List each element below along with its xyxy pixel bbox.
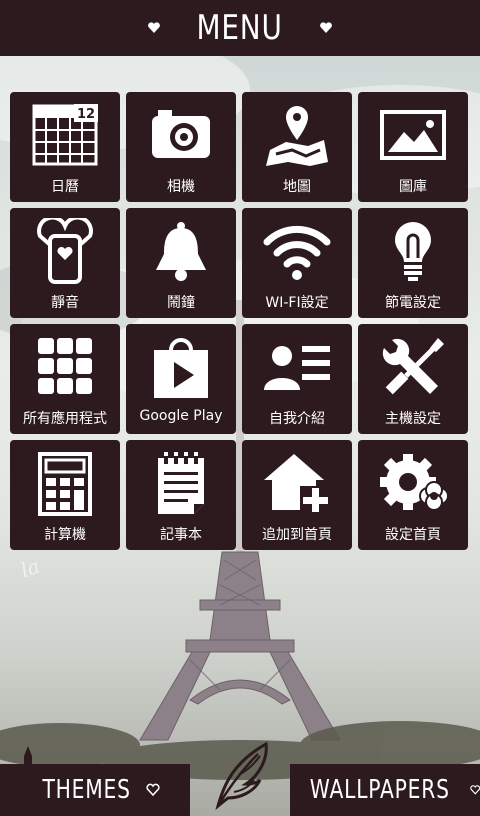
home-settings-button[interactable]: 設定首頁: [358, 440, 468, 550]
google-play-button[interactable]: Google Play: [126, 324, 236, 434]
gallery-icon: [380, 110, 446, 160]
wifi-icon: [263, 225, 331, 280]
tile-label: 地圖: [283, 179, 311, 195]
tile-label: 日曆: [51, 179, 79, 195]
tile-label: WI-FI設定: [265, 295, 329, 311]
map-button[interactable]: 地圖: [242, 92, 352, 202]
silent-phone-icon: [37, 218, 93, 284]
add-home-icon: [264, 454, 330, 514]
tile-label: 追加到首頁: [262, 527, 332, 543]
calendar-badge: 12: [77, 107, 95, 122]
feather-logo-icon: [215, 741, 268, 810]
camera-icon: [152, 110, 210, 158]
silent-mode-button[interactable]: 靜音: [10, 208, 120, 318]
all-apps-button[interactable]: 所有應用程式: [10, 324, 120, 434]
themes-label: THEMES: [42, 775, 132, 805]
tile-label: 所有應用程式: [23, 411, 107, 427]
tile-label: 自我介紹: [269, 411, 325, 427]
tile-label: 鬧鐘: [167, 295, 195, 311]
camera-button[interactable]: 相機: [126, 92, 236, 202]
calendar-icon: 12: [32, 104, 98, 166]
calendar-button[interactable]: 12 日曆: [10, 92, 120, 202]
bulb-icon: [395, 222, 431, 281]
themes-button[interactable]: THEMES: [0, 764, 190, 816]
wallpapers-label: WALLPAPERS: [309, 775, 450, 805]
tile-label: 靜音: [51, 295, 79, 311]
heart-icon: [319, 22, 332, 33]
calculator-button[interactable]: 計算機: [10, 440, 120, 550]
profile-button[interactable]: 自我介紹: [242, 324, 352, 434]
heart-icon: [148, 22, 161, 33]
tile-label: 圖庫: [399, 179, 427, 195]
app-grid: 12 日曆 相機 地圖 圖庫 靜音 鬧鐘 WI-FI設定 節電設定 所有應用程式…: [10, 92, 470, 552]
heart-icon: [145, 783, 160, 797]
gallery-button[interactable]: 圖庫: [358, 92, 468, 202]
heart-icon: [469, 785, 480, 795]
svg-text:la: la: [18, 554, 43, 582]
tile-label: Google Play: [139, 408, 223, 424]
profile-icon: [264, 346, 330, 390]
notepad-button[interactable]: 記事本: [126, 440, 236, 550]
tile-label: 相機: [167, 179, 195, 195]
home-settings-icon: [380, 454, 448, 511]
notepad-icon: [158, 452, 204, 514]
menu-header: MENU: [0, 0, 480, 56]
system-settings-button[interactable]: 主機設定: [358, 324, 468, 434]
tile-label: 主機設定: [385, 411, 441, 427]
page-title: MENU: [196, 8, 284, 48]
map-icon: [266, 106, 328, 166]
play-store-icon: [154, 338, 208, 398]
calculator-icon: [38, 452, 92, 516]
power-saving-button[interactable]: 節電設定: [358, 208, 468, 318]
wallpapers-button[interactable]: WALLPAPERS: [290, 764, 480, 816]
bell-icon: [156, 222, 206, 281]
tile-label: 設定首頁: [385, 527, 441, 543]
all-apps-icon: [38, 338, 92, 394]
wifi-settings-button[interactable]: WI-FI設定: [242, 208, 352, 318]
add-to-home-button[interactable]: 追加到首頁: [242, 440, 352, 550]
tile-label: 節電設定: [385, 295, 441, 311]
tile-label: 記事本: [160, 527, 202, 543]
tools-icon: [382, 338, 444, 395]
tile-label: 計算機: [44, 527, 86, 543]
alarm-button[interactable]: 鬧鐘: [126, 208, 236, 318]
